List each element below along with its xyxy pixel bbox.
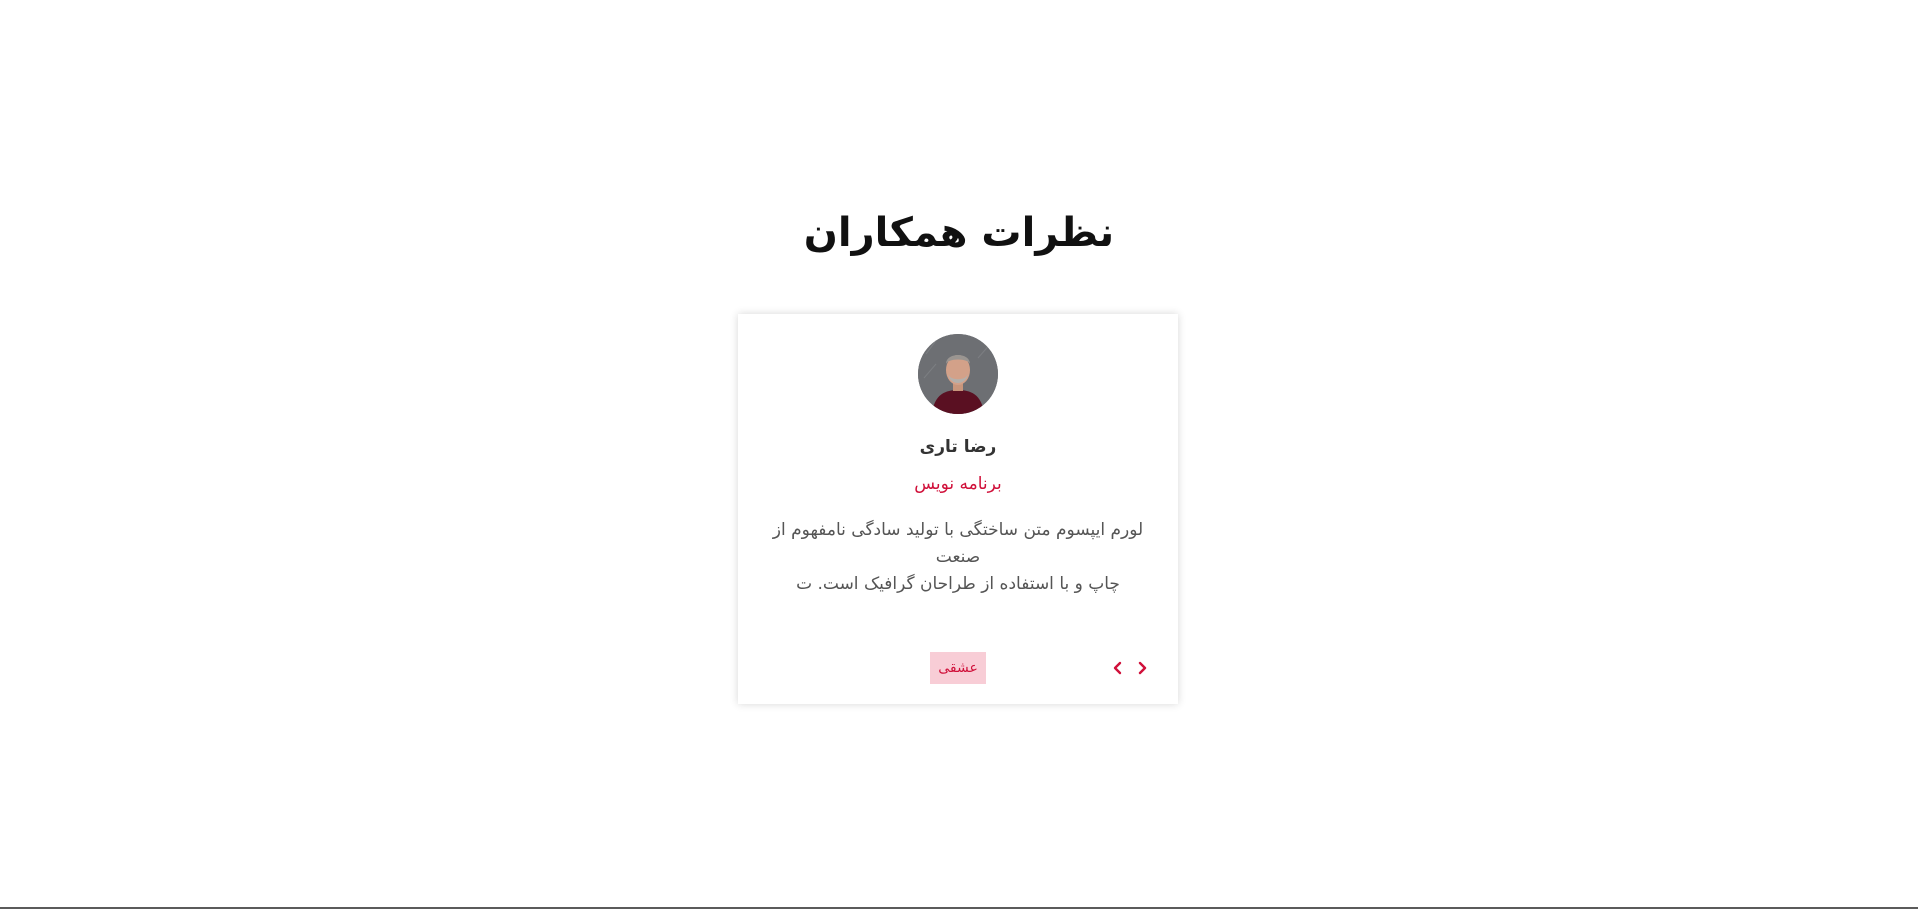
person-avatar-icon — [918, 334, 998, 414]
chevron-right-icon — [1138, 661, 1147, 675]
quote-line-1: لورم ایپسوم متن ساختگی با تولید سادگی نا… — [772, 520, 1144, 567]
avatar — [918, 334, 998, 414]
quote-line-2: چاپ و با استفاده از طراحان گرافیک است. ت — [796, 574, 1120, 594]
person-role: برنامه نویس — [914, 474, 1002, 494]
testimonial-card: رضا تاری برنامه نویس لورم ایپسوم متن ساخ… — [738, 314, 1178, 704]
testimonial-quote: لورم ایپسوم متن ساختگی با تولید سادگی نا… — [758, 517, 1158, 598]
next-button[interactable] — [1132, 654, 1152, 682]
page: نظرات همکاران رضا تاری برنامه نویس لورم … — [0, 0, 1918, 909]
section-title: نظرات همکاران — [803, 210, 1115, 256]
slider-navigation — [1108, 654, 1154, 682]
person-name: رضا تاری — [919, 437, 997, 457]
prev-button[interactable] — [1108, 654, 1128, 682]
tag-badge[interactable]: عشقی — [930, 652, 986, 684]
chevron-left-icon — [1113, 661, 1122, 675]
